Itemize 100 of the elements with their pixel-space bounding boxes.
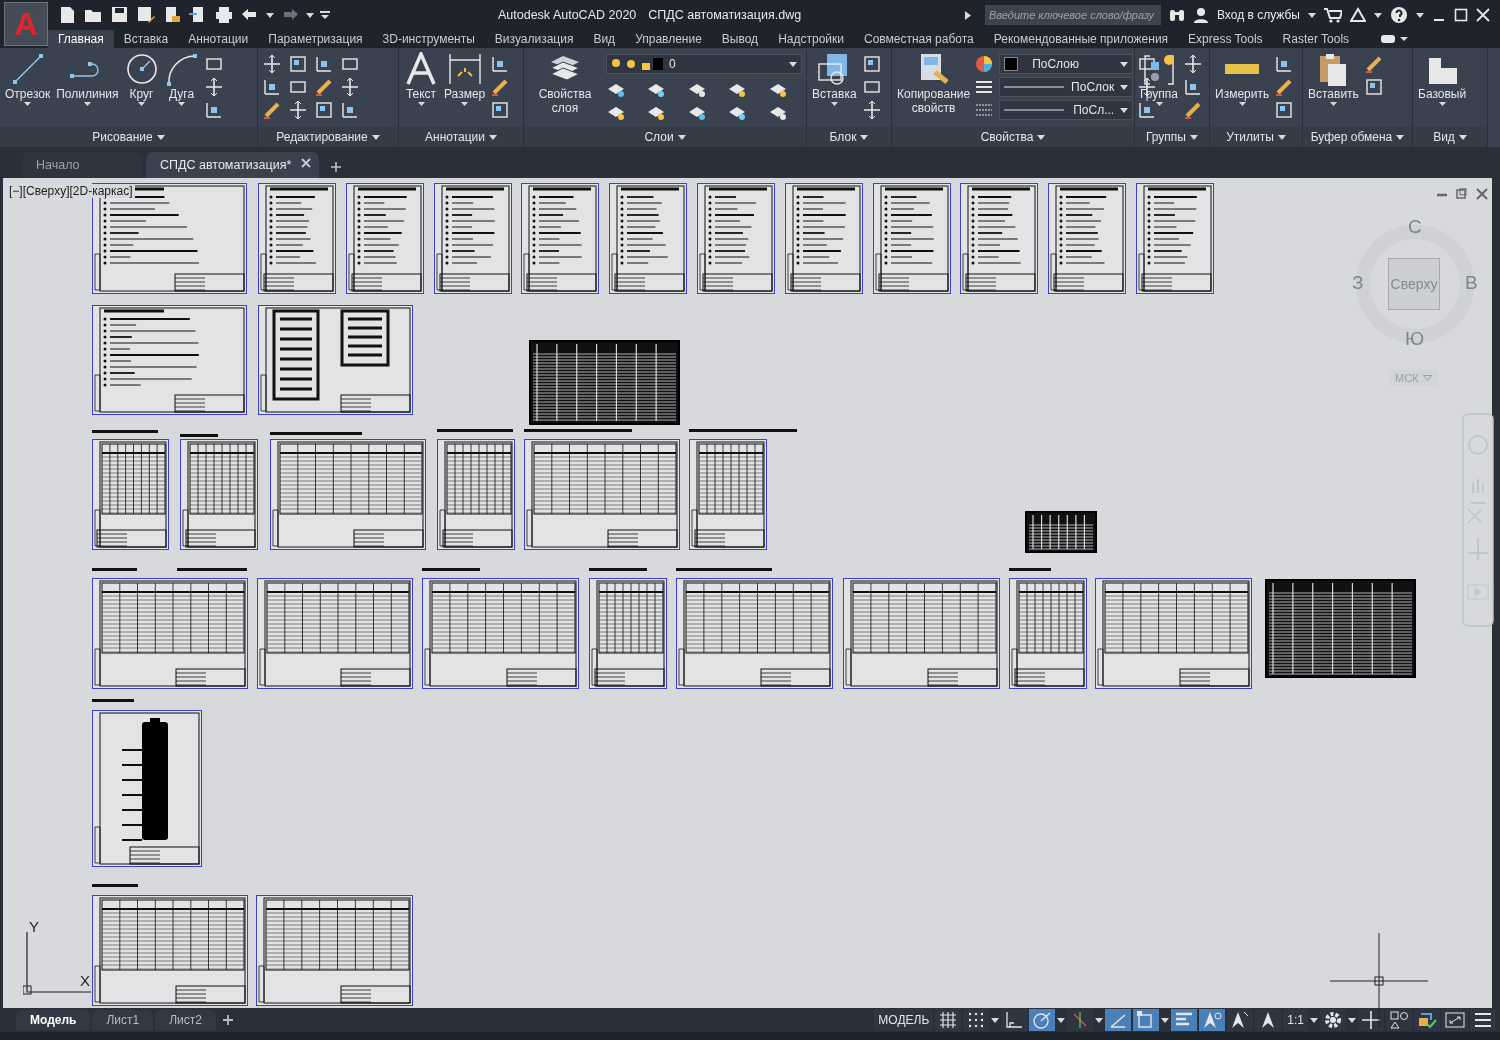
tool-icon[interactable] <box>861 100 882 120</box>
ribbon-tab[interactable]: Аннотации <box>178 30 259 48</box>
ribbon-tool-button[interactable]: Группа <box>1139 52 1180 106</box>
caret-icon[interactable] <box>991 1017 1000 1023</box>
fullscreen-toggle[interactable] <box>1442 1009 1468 1031</box>
property-dropdown[interactable]: ПоСл... <box>999 100 1134 120</box>
ribbon-tool-button[interactable]: Отрезок <box>4 52 52 106</box>
triangle-icon[interactable] <box>1350 7 1366 23</box>
annotation-scale-value[interactable]: 1:1 <box>1283 1009 1308 1031</box>
ribbon-tool-button[interactable]: Полилиния <box>55 52 120 106</box>
caret-icon[interactable] <box>1057 1017 1066 1023</box>
tool-icon[interactable] <box>262 100 282 120</box>
tool-icon[interactable] <box>1363 54 1384 74</box>
caret-icon[interactable] <box>1310 1017 1318 1023</box>
ribbon-tab[interactable]: Совместная работа <box>853 30 984 48</box>
print-icon[interactable] <box>214 5 234 25</box>
ribbon-tool-button[interactable]: Вставка <box>811 52 858 106</box>
snap-dots-toggle[interactable] <box>963 1009 990 1031</box>
expand-icon[interactable] <box>965 10 971 20</box>
ribbon-tab[interactable]: Вывод <box>711 30 769 48</box>
cart-icon[interactable] <box>1324 7 1342 23</box>
panel-title[interactable]: Рисование <box>0 127 257 147</box>
search-field[interactable]: Введите ключевое слово/фразу <box>985 5 1161 25</box>
document-tab[interactable]: СПДС автоматизация* <box>146 152 320 178</box>
ribbon-tab[interactable]: Вид <box>583 30 626 48</box>
tool-icon[interactable] <box>203 100 224 120</box>
isometric-toggle[interactable] <box>1067 1009 1094 1031</box>
layout-tab[interactable]: Модель <box>16 1010 91 1030</box>
object-tracking-toggle[interactable] <box>1105 1009 1132 1031</box>
panel-title[interactable]: Вид <box>1413 127 1487 147</box>
ribbon-tab[interactable]: Управление <box>625 30 712 48</box>
tool-icon[interactable] <box>262 54 282 74</box>
ribbon-tool-button[interactable]: Копирование свойств <box>896 52 972 115</box>
layer-dropdown[interactable]: 0 <box>606 54 802 74</box>
ribbon-tool-button[interactable]: Измерить <box>1214 52 1271 106</box>
crosshair-toggle[interactable] <box>1358 1009 1384 1031</box>
menu-toggle[interactable] <box>1470 1009 1496 1031</box>
tool-icon[interactable] <box>1183 54 1204 74</box>
close-icon[interactable] <box>301 158 312 168</box>
tool-icon[interactable] <box>314 77 334 97</box>
viewport-window-controls-icon[interactable] <box>1436 188 1490 200</box>
caret-icon[interactable] <box>1348 1017 1356 1023</box>
panel-title[interactable]: Утилиты <box>1210 127 1302 147</box>
auto-scale-toggle[interactable] <box>1227 1009 1254 1031</box>
document-tab[interactable]: Начало <box>22 152 142 178</box>
panel-title[interactable]: Аннотации <box>399 127 523 147</box>
ribbon-tab[interactable]: Raster Tools <box>1272 30 1360 48</box>
ribbon-tool-button[interactable]: Базовый <box>1417 52 1468 106</box>
annotation-scale-toggle[interactable] <box>1255 1009 1282 1031</box>
panel-title[interactable]: Группы <box>1135 127 1209 147</box>
graphics-performance-toggle[interactable] <box>1414 1009 1440 1031</box>
sign-in-link[interactable]: Вход в службы <box>1217 8 1300 22</box>
tool-icon[interactable] <box>490 100 511 120</box>
ribbon-tool-button[interactable]: Вставить <box>1307 52 1360 106</box>
caret-icon[interactable] <box>1161 1017 1170 1023</box>
ribbon-tab[interactable]: Главная <box>48 30 114 48</box>
tool-icon[interactable] <box>288 54 308 74</box>
save-icon[interactable] <box>110 5 130 25</box>
ortho-toggle[interactable] <box>1001 1009 1028 1031</box>
binoculars-icon[interactable] <box>1169 7 1185 23</box>
ribbon-tool-button[interactable]: Круг <box>123 52 160 106</box>
property-dropdown[interactable]: ПоСлою <box>999 54 1134 74</box>
ribbon-tab[interactable]: Вставка <box>113 30 179 48</box>
lineweight-toggle[interactable] <box>1171 1009 1198 1031</box>
ribbon-tab[interactable]: Express Tools <box>1178 30 1273 48</box>
tool-icon[interactable] <box>1274 100 1295 120</box>
tool-icon[interactable] <box>340 100 360 120</box>
property-dropdown[interactable]: ПоСлок <box>999 77 1134 97</box>
maximize-icon[interactable] <box>1454 8 1468 22</box>
tool-icon[interactable] <box>861 54 882 74</box>
ribbon-tool-button[interactable]: Текст <box>403 52 439 106</box>
tool-icon[interactable] <box>288 100 308 120</box>
panel-title[interactable]: Свойства <box>892 127 1134 147</box>
help-icon[interactable] <box>1390 6 1408 24</box>
panel-title[interactable]: Буфер обмена <box>1303 127 1412 147</box>
caret-icon[interactable] <box>1374 12 1382 18</box>
caret-icon[interactable] <box>266 12 274 18</box>
caret-icon[interactable] <box>1095 1017 1104 1023</box>
close-icon[interactable] <box>1476 8 1490 22</box>
layout-tab[interactable]: Лист1 <box>92 1010 154 1030</box>
tool-icon[interactable] <box>314 54 334 74</box>
ribbon-tab[interactable]: Рекомендованные приложения <box>983 30 1179 48</box>
ribbon-tool-button[interactable]: Размер <box>443 52 487 106</box>
customize-icon[interactable] <box>320 11 330 19</box>
shapes-toggle[interactable] <box>1386 1009 1412 1031</box>
caret-icon[interactable] <box>1416 12 1424 18</box>
panel-title[interactable]: Редактирование <box>258 127 398 147</box>
panel-toggle-icon[interactable] <box>1379 33 1410 45</box>
gear-toggle[interactable] <box>1320 1009 1346 1031</box>
annotation-visibility-toggle[interactable] <box>1199 1009 1226 1031</box>
ribbon-tab[interactable]: 3D-инструменты <box>372 30 485 48</box>
panel-title[interactable]: Блок <box>807 127 891 147</box>
tool-icon[interactable] <box>340 77 360 97</box>
object-snap-toggle[interactable] <box>1133 1009 1160 1031</box>
ribbon-tab[interactable]: Параметризация <box>258 30 373 48</box>
caret-icon[interactable] <box>306 12 314 18</box>
layout-tab[interactable]: Лист2 <box>155 1010 216 1030</box>
tool-icon[interactable] <box>262 77 282 97</box>
ribbon-tab[interactable]: Надстройки <box>768 30 854 48</box>
ribbon-tool-button[interactable]: Дуга <box>163 52 200 106</box>
